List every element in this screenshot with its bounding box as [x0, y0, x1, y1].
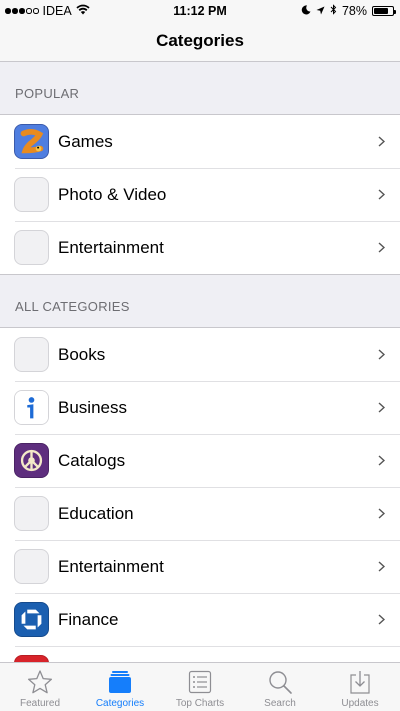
chevron-right-icon — [375, 614, 387, 626]
tab-bar: Featured Categories Top Charts Search Up… — [0, 662, 400, 711]
category-row-entertainment[interactable]: Entertainment — [0, 540, 400, 593]
list-icon — [186, 668, 214, 696]
section-header-all-categories: ALL CATEGORIES — [0, 275, 400, 328]
category-label: Books — [58, 344, 106, 364]
page-title: Categories — [156, 31, 244, 50]
food-app-icon — [14, 655, 49, 662]
tab-label: Search — [264, 698, 296, 709]
category-row-books[interactable]: Books — [0, 328, 400, 381]
category-label: Photo & Video — [58, 184, 167, 204]
placeholder-icon — [14, 549, 49, 584]
chevron-right-icon — [375, 242, 387, 254]
category-label: Education — [58, 503, 134, 523]
chevron-right-icon — [375, 561, 387, 573]
chevron-right-icon — [375, 349, 387, 361]
star-icon — [26, 668, 54, 696]
tab-search[interactable]: Search — [240, 663, 320, 711]
section-header-popular: POPULAR — [0, 62, 400, 115]
category-label: Entertainment — [58, 556, 164, 576]
tab-categories[interactable]: Categories — [80, 663, 160, 711]
location-arrow-icon — [316, 4, 325, 18]
popular-list: Games Photo & Video Entertainment — [0, 115, 400, 275]
placeholder-icon — [14, 177, 49, 212]
battery-icon — [372, 6, 396, 16]
placeholder-icon — [14, 337, 49, 372]
category-row-photo-video[interactable]: Photo & Video — [0, 168, 400, 221]
chevron-right-icon — [375, 402, 387, 414]
tab-top-charts[interactable]: Top Charts — [160, 663, 240, 711]
categories-list[interactable]: POPULAR Games Photo & Video Entertainmen… — [0, 62, 400, 662]
search-icon — [266, 668, 294, 696]
category-row-education[interactable]: Education — [0, 487, 400, 540]
tab-label: Updates — [341, 698, 379, 709]
tab-label: Featured — [19, 698, 61, 709]
tab-label: Top Charts — [175, 698, 225, 709]
navigation-bar: Categories — [0, 22, 400, 62]
category-row-entertainment[interactable]: Entertainment — [0, 221, 400, 274]
chevron-right-icon — [375, 508, 387, 520]
placeholder-icon — [14, 496, 49, 531]
catalogs-app-icon — [14, 443, 49, 478]
tab-label: Categories — [95, 698, 145, 709]
category-row-games[interactable]: Games — [0, 115, 400, 168]
category-row-business[interactable]: Business — [0, 381, 400, 434]
tab-updates[interactable]: Updates — [320, 663, 400, 711]
battery-percent: 78% — [341, 4, 367, 18]
chevron-right-icon — [375, 136, 387, 148]
moon-icon — [301, 4, 311, 18]
placeholder-icon — [14, 230, 49, 265]
category-row-finance[interactable]: Finance — [0, 593, 400, 646]
category-label: Business — [58, 397, 127, 417]
games-app-icon — [14, 124, 49, 159]
status-right: 78% — [301, 4, 396, 18]
finance-app-icon — [14, 602, 49, 637]
chevron-right-icon — [375, 455, 387, 467]
tab-featured[interactable]: Featured — [0, 663, 80, 711]
categories-icon — [106, 668, 134, 696]
category-label: Games — [58, 131, 113, 151]
category-label: Catalogs — [58, 450, 126, 470]
category-label: Entertainment — [58, 237, 164, 257]
business-app-icon — [14, 390, 49, 425]
download-icon — [346, 668, 374, 696]
all-categories-list: Books Business Catalogs Education Entert… — [0, 328, 400, 662]
bluetooth-icon — [330, 4, 337, 18]
status-bar: IDEA 11:12 PM 78% — [0, 0, 400, 22]
category-row-catalogs[interactable]: Catalogs — [0, 434, 400, 487]
chevron-right-icon — [375, 189, 387, 201]
category-label: Finance — [58, 609, 119, 629]
category-row-partial[interactable] — [0, 646, 400, 662]
